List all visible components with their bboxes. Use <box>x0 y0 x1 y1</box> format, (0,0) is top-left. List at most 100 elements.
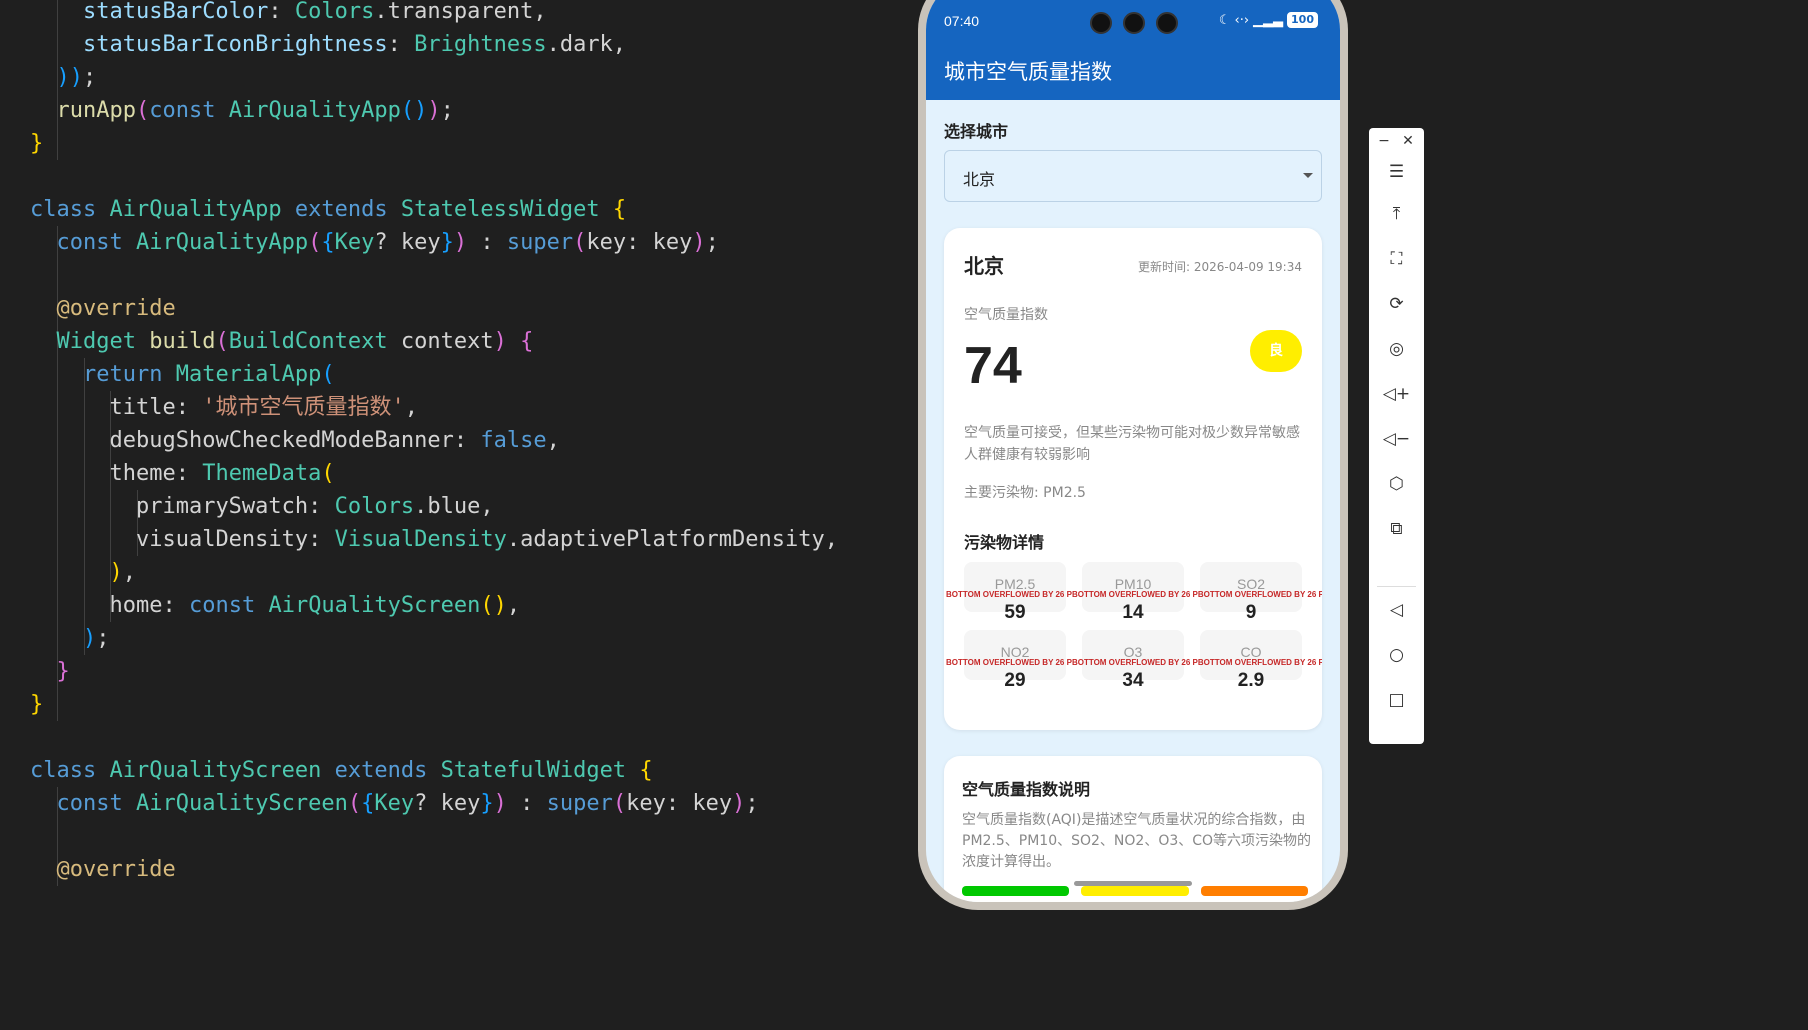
crop-icon[interactable]: ⛶ <box>1369 241 1424 277</box>
code-token: build <box>149 329 216 354</box>
code-token: ; <box>440 98 454 123</box>
code-token: , <box>546 428 560 453</box>
home-icon[interactable]: ○ <box>1369 637 1424 673</box>
code-token: ( <box>347 791 362 816</box>
code-line[interactable]: home: const AirQualityScreen(), <box>30 589 520 622</box>
code-line[interactable]: class AirQualityApp extends StatelessWid… <box>30 193 626 226</box>
aqi-description: 空气质量可接受，但某些污染物可能对极少数异常敏感人群健康有较弱影响 <box>964 425 1300 463</box>
code-token: '城市空气质量指数' <box>202 395 405 420</box>
info-title: 空气质量指数说明 <box>962 780 1091 799</box>
signal-icon: ▁▂▃ <box>1253 12 1284 28</box>
code-line[interactable]: visualDensity: VisualDensity.adaptivePla… <box>30 523 838 556</box>
code-token: , <box>404 395 418 420</box>
code-token: ; <box>705 230 719 255</box>
menu-icon[interactable]: ☰ <box>1369 154 1424 190</box>
code-token: primarySwatch: <box>135 494 335 519</box>
code-token: } <box>480 791 494 816</box>
pin-top-icon[interactable]: ⤒ <box>1369 196 1424 232</box>
code-token: ) <box>732 791 746 816</box>
code-token: Key <box>374 791 415 816</box>
code-token: Brightness <box>414 32 547 57</box>
code-editor[interactable]: statusBarColor: Colors.transparent, stat… <box>0 0 918 893</box>
data-icon: ‹·› <box>1234 12 1250 28</box>
code-line[interactable]: @override <box>30 853 176 886</box>
recents-icon[interactable]: □ <box>1369 682 1424 718</box>
pollutant-tile: PM2.5 59 <box>964 562 1066 623</box>
code-token: ( <box>573 230 587 255</box>
code-line[interactable]: const AirQualityApp({Key? key}) : super(… <box>30 226 719 259</box>
code-line[interactable]: return MaterialApp( <box>30 358 335 391</box>
code-line[interactable]: ), <box>30 556 136 589</box>
rotate-icon[interactable]: ⟳ <box>1369 286 1424 322</box>
code-token: @override <box>56 857 176 882</box>
code-line[interactable]: class AirQualityScreen extends StatefulW… <box>30 754 653 787</box>
code-token: const <box>56 230 136 255</box>
code-token: Colors <box>294 0 375 24</box>
back-icon[interactable]: ◁ <box>1369 592 1424 628</box>
code-line[interactable]: } <box>30 655 70 688</box>
code-token: { <box>520 329 534 354</box>
screen-content[interactable]: 选择城市 北京 北京 更新时间: 2026-04-09 19:34 空气质量指数… <box>926 100 1340 902</box>
home-indicator[interactable] <box>1074 881 1192 886</box>
code-line[interactable]: title: '城市空气质量指数', <box>30 391 418 424</box>
code-line[interactable]: runApp(const AirQualityApp()); <box>30 94 454 127</box>
code-token: ( <box>135 98 150 123</box>
camera-icon <box>1156 12 1178 34</box>
code-line[interactable]: theme: ThemeData( <box>30 457 334 490</box>
city-dropdown[interactable]: 北京 <box>944 150 1322 202</box>
screenshot-icon[interactable]: ◎ <box>1369 331 1424 367</box>
code-token: { <box>361 791 375 816</box>
code-token: key: key <box>586 230 693 255</box>
code-line[interactable]: primarySwatch: Colors.blue, <box>30 490 494 523</box>
code-token: ( <box>321 362 335 387</box>
code-token: { <box>612 197 627 222</box>
code-token: StatelessWidget <box>400 197 613 222</box>
info-text: 空气质量指数(AQI)是描述空气质量状况的综合指数，由PM2.5、PM10、SO… <box>962 812 1312 870</box>
multi-device-icon[interactable]: ⧉ <box>1369 511 1424 547</box>
code-line[interactable]: statusBarColor: Colors.transparent, <box>30 0 547 28</box>
code-token: ) <box>109 560 123 585</box>
code-line[interactable]: @override <box>30 292 176 325</box>
emulator-toolbar: − ✕ ☰ ⤒ ⛶ ⟳ ◎ ◁+ ◁− ⬡ ⧉ ◁ ○ □ <box>1369 128 1424 744</box>
code-token: .dark, <box>546 32 627 57</box>
code-token: )) <box>56 65 84 90</box>
code-token: AirQualityScreen <box>268 593 481 618</box>
code-line[interactable]: )); <box>30 61 97 94</box>
code-token: ) <box>493 329 521 354</box>
app-title: 城市空气质量指数 <box>944 60 1112 84</box>
code-line[interactable]: debugShowCheckedModeBanner: false, <box>30 424 560 457</box>
code-line[interactable]: Widget build(BuildContext context) { <box>30 325 534 358</box>
code-token: theme: <box>109 461 203 486</box>
code-line[interactable]: } <box>30 688 43 721</box>
overflow-warning: BOTTOM OVERFLOWED BY 26 PBOTTOM OVERFLOW… <box>946 590 1322 599</box>
code-token: BuildContext <box>228 329 401 354</box>
chevron-down-icon <box>1303 173 1313 178</box>
aqi-value: 74 <box>964 337 1022 395</box>
shake-icon[interactable]: ⬡ <box>1369 466 1424 502</box>
code-token: () <box>480 593 507 618</box>
code-token: ( <box>612 791 627 816</box>
code-token: , <box>122 560 136 585</box>
volume-down-icon[interactable]: ◁− <box>1369 421 1424 457</box>
code-line[interactable]: ); <box>30 622 110 655</box>
code-token: Colors <box>334 494 415 519</box>
close-icon[interactable]: ✕ <box>1396 130 1420 152</box>
minimize-icon[interactable]: − <box>1372 130 1396 152</box>
code-token: .transparent, <box>374 0 547 24</box>
code-token: MaterialApp <box>175 362 322 387</box>
code-line[interactable]: } <box>30 127 43 160</box>
code-line[interactable]: statusBarIconBrightness: Brightness.dark… <box>30 28 626 61</box>
code-line[interactable]: const AirQualityScreen({Key? key}) : sup… <box>30 787 759 820</box>
code-token: ( <box>308 230 322 255</box>
volume-up-icon[interactable]: ◁+ <box>1369 376 1424 412</box>
code-token: : <box>467 230 507 255</box>
code-token: : <box>268 0 295 24</box>
pollutant-details-title: 污染物详情 <box>964 533 1045 552</box>
code-token: extends <box>334 758 441 783</box>
code-token: ) <box>692 230 706 255</box>
pollutant-tile: NO2 29 <box>964 630 1066 691</box>
